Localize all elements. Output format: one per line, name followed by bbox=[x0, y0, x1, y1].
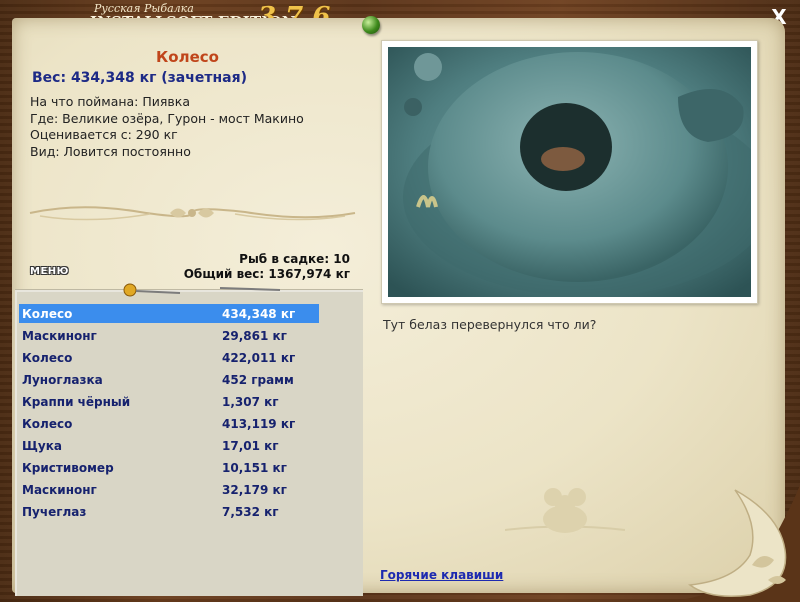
paperclip-icon bbox=[123, 283, 281, 297]
fish-valued-from: Оценивается с: 290 кг bbox=[30, 127, 178, 142]
catch-item-weight: 7,532 кг bbox=[222, 505, 279, 519]
catch-item-weight: 29,861 кг bbox=[222, 329, 287, 343]
catch-list-item[interactable]: Маскинонг 32,179 кг bbox=[19, 480, 319, 499]
catch-item-weight: 422,011 кг bbox=[222, 351, 296, 365]
catch-item-weight: 17,01 кг bbox=[222, 439, 279, 453]
catch-list-item[interactable]: Маскинонг 29,861 кг bbox=[19, 326, 319, 345]
fish-name: Колесо bbox=[156, 48, 219, 66]
fish-weight: Вес: 434,348 кг (зачетная) bbox=[32, 70, 247, 86]
catch-list-item[interactable]: Пучеглаз 7,532 кг bbox=[19, 502, 319, 521]
pin-icon bbox=[362, 16, 380, 34]
page-curl-icon bbox=[665, 485, 800, 602]
fish-count: Рыб в садке: 10 bbox=[239, 252, 350, 266]
catch-list-item[interactable]: Краппи чёрный 1,307 кг bbox=[19, 392, 319, 411]
catch-item-weight: 413,119 кг bbox=[222, 417, 296, 431]
catch-item-name: Маскинонг bbox=[22, 483, 97, 497]
menu-button[interactable]: МЕНЮ bbox=[30, 266, 69, 277]
catch-item-weight: 434,348 кг bbox=[222, 307, 296, 321]
catch-item-name: Краппи чёрный bbox=[22, 395, 131, 409]
catch-item-name: Луноглазка bbox=[22, 373, 103, 387]
fish-info: На что поймана: Пиявка Где: Великие озёр… bbox=[30, 94, 304, 160]
catch-item-name: Щука bbox=[22, 439, 62, 453]
catch-list-item[interactable]: Колесо 422,011 кг bbox=[19, 348, 319, 367]
catch-item-weight: 32,179 кг bbox=[222, 483, 287, 497]
catch-list-item[interactable]: Колесо 434,348 кг bbox=[19, 304, 319, 323]
catch-item-weight: 452 грамм bbox=[222, 373, 294, 387]
net-stats: Рыб в садке: 10 Общий вес: 1367,974 кг bbox=[184, 252, 350, 281]
catch-item-weight: 10,151 кг bbox=[222, 461, 287, 475]
fish-bait: На что поймана: Пиявка bbox=[30, 94, 190, 109]
fish-location: Где: Великие озёра, Гурон - мост Макино bbox=[30, 110, 304, 126]
ornament-divider-icon bbox=[29, 206, 356, 221]
mouse-silhouette-icon bbox=[505, 488, 625, 533]
fish-photo-frame bbox=[381, 40, 758, 304]
catch-item-name: Кристивомер bbox=[22, 461, 114, 475]
catch-item-name: Маскинонг bbox=[22, 329, 97, 343]
total-weight: Общий вес: 1367,974 кг bbox=[183, 266, 350, 281]
catch-item-weight: 1,307 кг bbox=[222, 395, 279, 409]
fish-kind: Вид: Ловится постоянно bbox=[30, 143, 191, 159]
catch-item-name: Колесо bbox=[22, 417, 73, 431]
fish-photo bbox=[388, 47, 751, 297]
catch-list: Колесо 434,348 кг Маскинонг 29,861 кг Ко… bbox=[15, 289, 363, 596]
catch-item-name: Пучеглаз bbox=[22, 505, 87, 519]
catch-list-item[interactable]: Луноглазка 452 грамм bbox=[19, 370, 319, 389]
photo-caption: Тут белаз перевернулся что ли? bbox=[383, 317, 597, 332]
catch-list-item[interactable]: Кристивомер 10,151 кг bbox=[19, 458, 319, 477]
catch-list-item[interactable]: Щука 17,01 кг bbox=[19, 436, 319, 455]
hotkeys-link[interactable]: Горячие клавиши bbox=[380, 568, 503, 582]
catch-item-name: Колесо bbox=[22, 307, 73, 321]
catch-item-name: Колесо bbox=[22, 351, 73, 365]
catch-list-item[interactable]: Колесо 413,119 кг bbox=[19, 414, 319, 433]
